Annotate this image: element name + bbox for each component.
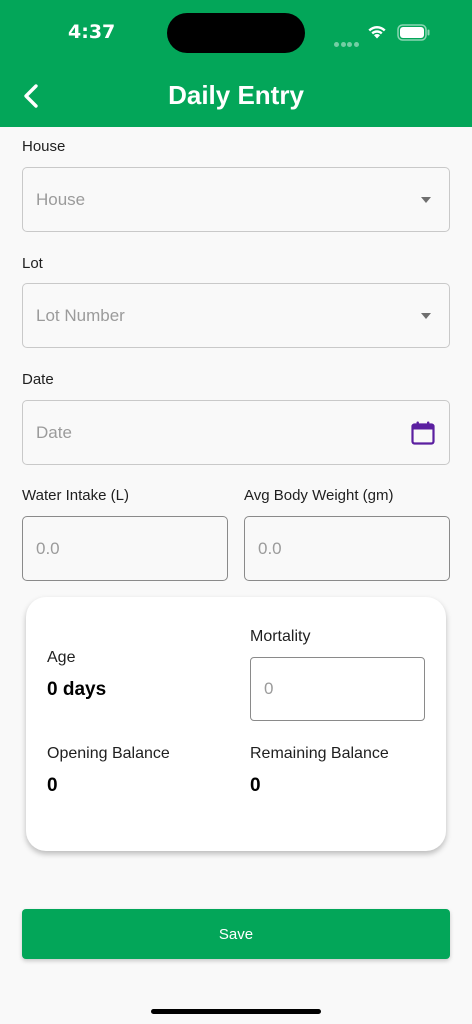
house-placeholder: House	[36, 189, 86, 209]
page-title: Daily Entry	[168, 80, 304, 110]
lot-placeholder: Lot Number	[36, 305, 125, 325]
remaining-balance-value: 0	[250, 775, 261, 796]
water-intake-label: Water Intake (L)	[22, 487, 129, 504]
mortality-input[interactable]: 0	[250, 657, 425, 721]
battery-icon	[397, 24, 430, 41]
lot-label: Lot	[22, 255, 43, 272]
cellular-signal-icon	[334, 34, 360, 47]
age-label: Age	[47, 649, 76, 666]
opening-balance-label: Opening Balance	[47, 745, 170, 762]
dynamic-island	[167, 13, 305, 53]
avg-body-weight-label: Avg Body Weight (gm)	[244, 487, 394, 504]
remaining-balance-label: Remaining Balance	[250, 745, 389, 762]
dropdown-arrow-icon	[421, 312, 431, 319]
date-placeholder: Date	[36, 422, 72, 442]
date-label: Date	[22, 371, 54, 388]
avg-body-weight-input[interactable]: 0.0	[244, 516, 450, 581]
date-field[interactable]: Date	[22, 400, 450, 465]
summary-card: Age 0 days Mortality 0 Opening Balance 0…	[26, 597, 446, 851]
calendar-icon[interactable]	[410, 420, 436, 446]
lot-dropdown[interactable]: Lot Number	[22, 283, 450, 348]
wifi-icon	[368, 26, 386, 39]
home-indicator	[151, 1009, 321, 1014]
age-value: 0 days	[47, 679, 107, 700]
status-time: 4:37	[68, 21, 116, 43]
save-button[interactable]: Save	[22, 909, 450, 959]
house-label: House	[22, 138, 66, 155]
water-intake-input[interactable]: 0.0	[22, 516, 228, 581]
mortality-label: Mortality	[250, 628, 311, 645]
mortality-placeholder: 0	[264, 679, 274, 698]
dropdown-arrow-icon	[421, 196, 431, 203]
water-intake-placeholder: 0.0	[36, 538, 60, 558]
avg-body-weight-placeholder: 0.0	[258, 538, 282, 558]
app-header: 4:37 Daily Entry	[0, 0, 472, 127]
opening-balance-value: 0	[47, 775, 58, 796]
house-dropdown[interactable]: House	[22, 167, 450, 232]
